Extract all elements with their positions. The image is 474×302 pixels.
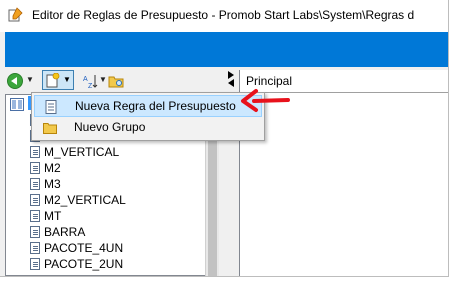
toolbar: ▼ ▼ A Z ▼ <box>5 70 225 92</box>
menu-item-new-budget-rule[interactable]: Nueva Regra del Presupuesto <box>34 95 262 117</box>
folder-icon <box>43 123 57 134</box>
rule-document-icon <box>30 178 40 190</box>
tree-item-label: MT <box>44 209 62 223</box>
menu-item-label: Nuevo Grupo <box>74 120 146 134</box>
tree-item-label: M_VERTICAL <box>44 145 120 159</box>
rules-root-icon <box>10 98 24 111</box>
rule-document-icon <box>30 210 40 222</box>
collapse-right-arrow-icon[interactable] <box>228 71 234 79</box>
menu-item-new-group[interactable]: Nuevo Grupo <box>34 117 262 139</box>
annotation-arrow-icon <box>241 89 290 112</box>
tree-item-label: M2 <box>44 161 61 175</box>
rule-document-icon <box>30 162 40 174</box>
tree-item-label: M2_VERTICAL <box>44 193 126 207</box>
header-band <box>5 32 448 67</box>
tree-item-label: PACOTE_4UN <box>44 241 124 255</box>
svg-text:Z: Z <box>88 83 93 89</box>
rule-document-icon <box>30 194 40 206</box>
rule-document-icon <box>30 146 40 158</box>
tree-item-label: PACOTE_2UN <box>44 257 124 271</box>
menu-item-label: Nueva Regra del Presupuesto <box>75 99 236 113</box>
sort-az-icon[interactable]: A Z <box>82 73 98 89</box>
tab-principal[interactable]: Principal <box>246 74 292 88</box>
title-bar: Editor de Reglas de Presupuesto - Promob… <box>0 0 448 32</box>
svg-text:A: A <box>83 76 88 83</box>
tree-item-label: M3 <box>44 177 61 191</box>
app-icon <box>8 7 23 22</box>
back-arrow-icon[interactable] <box>7 73 23 89</box>
collapse-left-arrow-icon[interactable] <box>228 79 234 87</box>
new-item-context-menu: Nueva Regra del Presupuesto Nuevo Grupo <box>31 92 265 141</box>
rule-document-icon <box>30 242 40 254</box>
rule-document-icon <box>30 258 40 270</box>
new-item-dropdown-button[interactable]: ▼ <box>42 70 74 90</box>
window-title: Editor de Reglas de Presupuesto - Promob… <box>32 8 415 22</box>
new-dropdown-arrow-icon: ▼ <box>63 75 71 84</box>
tree-item-label: BARRA <box>44 225 86 239</box>
document-icon <box>45 100 57 114</box>
rule-document-icon <box>30 226 40 238</box>
new-document-icon <box>46 73 60 88</box>
folder-search-icon[interactable] <box>108 73 124 89</box>
budget-rules-editor-window: Editor de Reglas de Presupuesto - Promob… <box>0 0 449 277</box>
